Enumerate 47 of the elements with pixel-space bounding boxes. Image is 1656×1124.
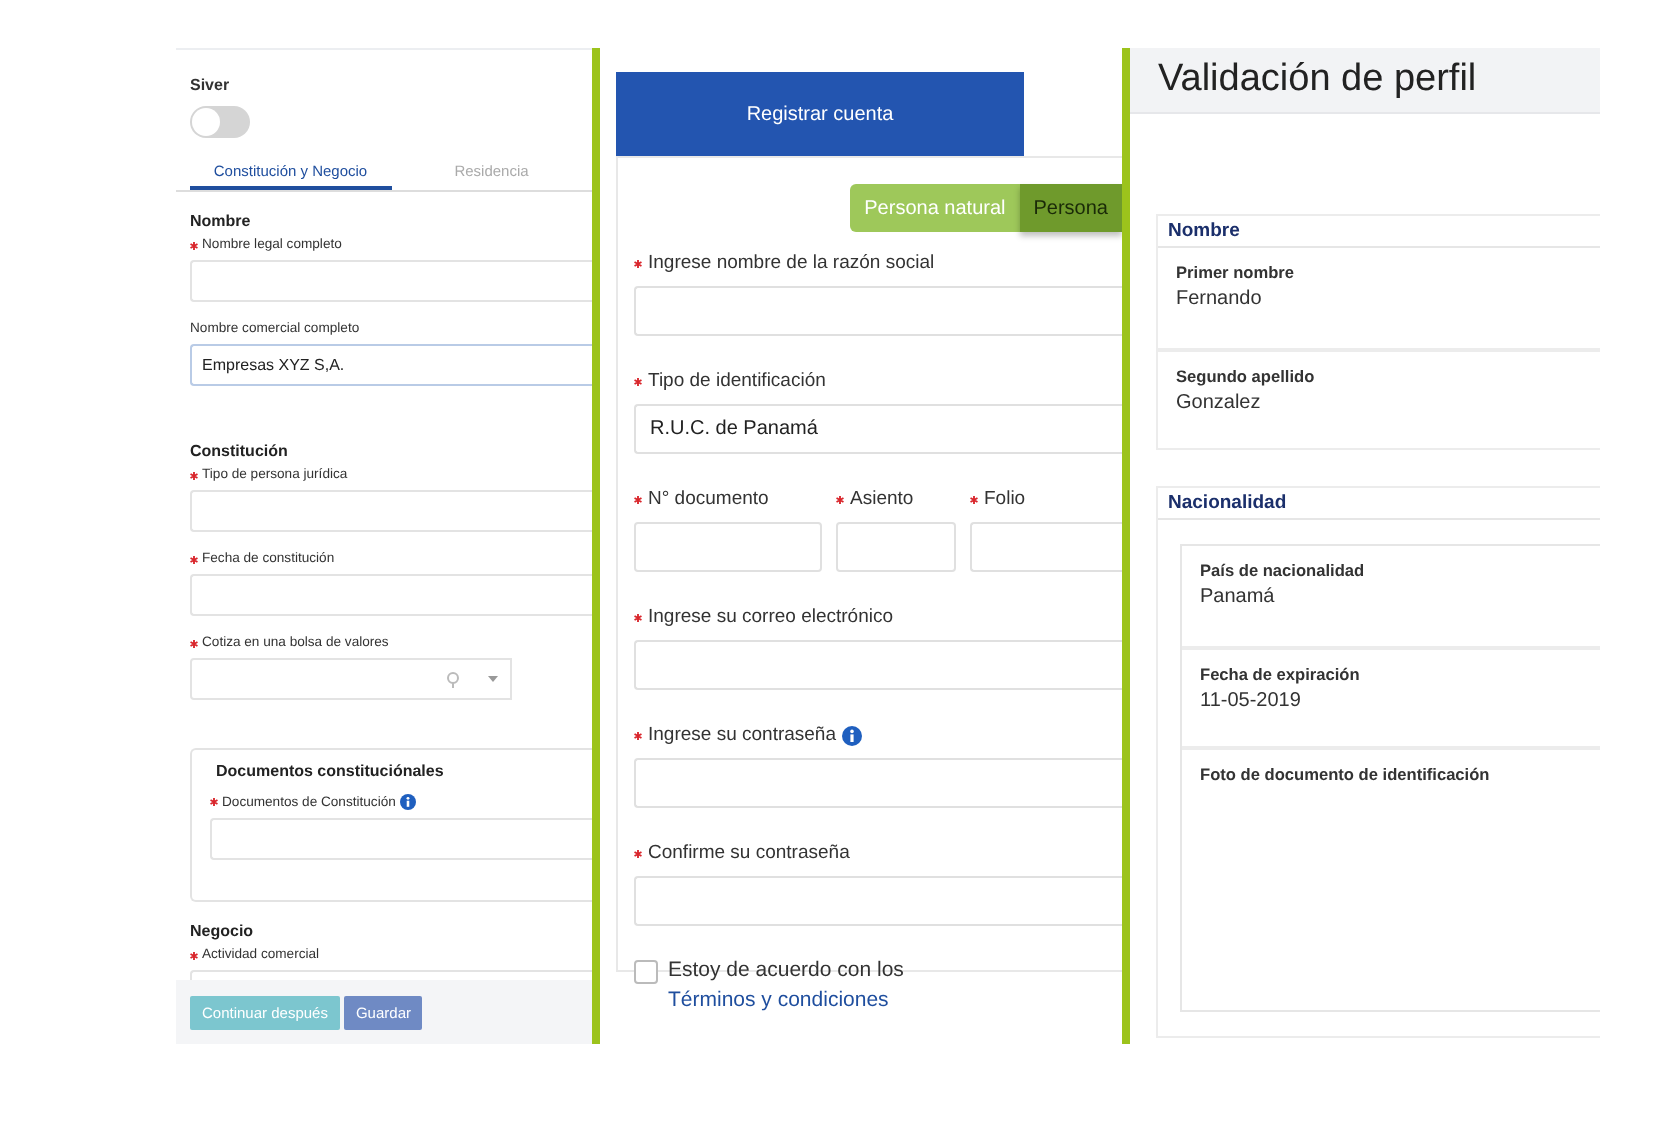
field-label: Ingrese nombre de la razón social: [648, 252, 935, 274]
section-title: Nombre: [190, 212, 253, 230]
form-header: Registrar cuenta: [616, 72, 1024, 156]
detail-value: Gonzalez: [1176, 392, 1263, 414]
input-field[interactable]: [634, 640, 1122, 690]
field-label: Folio: [984, 488, 1026, 510]
checkbox[interactable]: [634, 960, 658, 984]
section-title: Negocio: [190, 922, 256, 940]
section-title: Nombre: [1158, 216, 1600, 248]
detail-label: Segundo apellido: [1176, 366, 1317, 386]
detail-value: 11-05-2019: [1200, 690, 1303, 712]
text-field[interactable]: [210, 818, 592, 860]
detail-label: Primer nombre: [1176, 262, 1297, 282]
input-field[interactable]: [634, 758, 1122, 808]
detail-value: Panamá: [1200, 586, 1277, 608]
input-field[interactable]: [634, 522, 822, 572]
text-field[interactable]: [190, 260, 592, 302]
toggle-label: Siver: [190, 76, 232, 94]
terms-link[interactable]: Términos y condiciones: [668, 988, 889, 1012]
detail-value: Fernando: [1176, 288, 1264, 310]
section-title: Nacionalidad: [1158, 488, 1600, 520]
detail-label: Foto de documento de identificación: [1200, 764, 1492, 784]
agreement-text: Estoy de acuerdo con los Términos y condiciones: [668, 956, 906, 1016]
page-title: Validación de perfil: [1130, 48, 1600, 114]
field-label: N° documento: [648, 488, 769, 510]
info-icon[interactable]: [399, 794, 416, 810]
text-field[interactable]: [190, 574, 592, 616]
pin-icon: [446, 671, 460, 687]
text-field[interactable]: Empresas XYZ S,A.: [190, 344, 592, 386]
field-label: Ingrese su correo electrónico: [648, 606, 894, 628]
detail-label: Fecha de expiración: [1200, 664, 1362, 684]
field-label: Tipo de identificación: [648, 370, 826, 392]
section-title: Constitución: [190, 442, 290, 460]
field-label: Ingrese su contraseña: [648, 724, 837, 746]
info-icon[interactable]: [842, 725, 863, 745]
input-field[interactable]: R.U.C. de Panamá: [634, 404, 1122, 454]
input-field[interactable]: [634, 876, 1122, 926]
field-label: Confirme su contraseña: [648, 842, 850, 864]
text-field[interactable]: [190, 490, 592, 532]
input-field[interactable]: [836, 522, 956, 572]
segment-button[interactable]: Persona: [1019, 184, 1122, 232]
toggle-switch[interactable]: [190, 106, 250, 138]
detail-label: País de nacionalidad: [1200, 560, 1367, 580]
select-field[interactable]: [190, 658, 512, 700]
caret-icon: [488, 676, 498, 682]
input-field[interactable]: [634, 286, 1122, 336]
field-label: Asiento: [850, 488, 914, 510]
